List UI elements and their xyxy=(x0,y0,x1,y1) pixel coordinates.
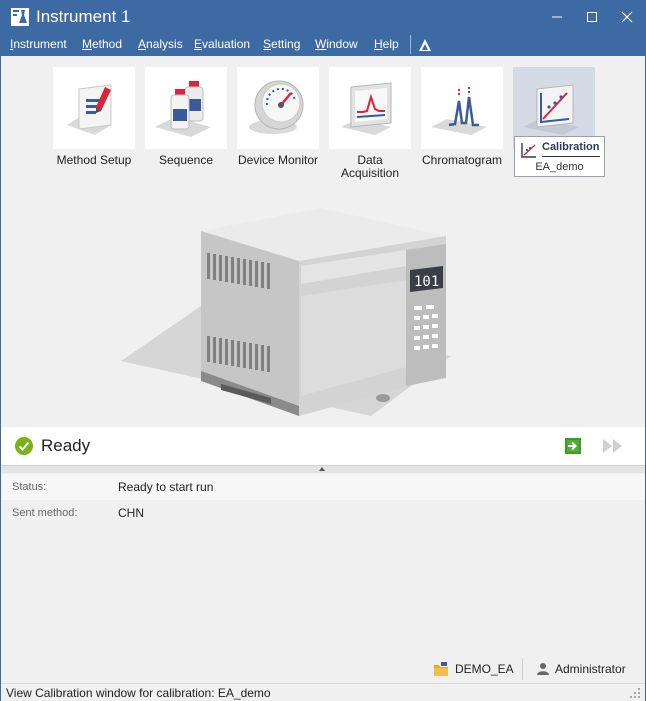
tool-chromatogram[interactable]: Chromatogram xyxy=(421,67,503,167)
tool-tile[interactable] xyxy=(237,67,319,149)
menu-method[interactable]: Method xyxy=(82,37,122,51)
close-icon xyxy=(621,11,633,23)
menu-evaluation[interactable]: Evaluation xyxy=(194,37,250,51)
maximize-icon xyxy=(587,12,597,23)
chromatogram-peaks-icon xyxy=(431,87,487,135)
database-folder-icon[interactable] xyxy=(433,661,449,677)
user-icon xyxy=(537,663,549,675)
tool-label: Method Setup xyxy=(56,153,132,167)
minimize-button[interactable] xyxy=(537,1,577,31)
tool-device-monitor[interactable]: Device Monitor xyxy=(237,67,319,167)
user-name[interactable]: Administrator xyxy=(555,662,626,676)
company-logo-icon[interactable] xyxy=(417,37,433,53)
menu-analysis[interactable]: Analysis xyxy=(138,37,183,51)
info-row-status: Status: Ready to start run xyxy=(1,474,645,500)
tool-tile[interactable] xyxy=(421,67,503,149)
tooltip-subtitle: EA_demo xyxy=(535,161,584,173)
menu-window[interactable]: Window xyxy=(315,37,358,51)
fast-forward-icon[interactable] xyxy=(602,438,624,454)
tooltip-divider xyxy=(542,156,600,157)
minimize-icon xyxy=(552,16,562,18)
footer-info: DEMO_EA Administrator xyxy=(1,653,645,683)
app-flask-icon xyxy=(11,8,29,26)
info-panel: Status: Ready to start run Sent method: … xyxy=(1,473,645,653)
maximize-button[interactable] xyxy=(572,1,612,31)
tool-label: Device Monitor xyxy=(237,153,319,167)
tool-label: Sequence xyxy=(158,153,214,167)
calibration-tooltip: Calibration EA_demo xyxy=(514,136,605,177)
ready-check-icon xyxy=(15,437,33,455)
tool-label: Data Acquisition xyxy=(340,153,400,180)
close-button[interactable] xyxy=(607,1,646,31)
document-pencil-icon xyxy=(67,84,112,135)
tool-label: Chromatogram xyxy=(421,153,503,167)
info-label: Status: xyxy=(12,481,47,493)
tool-method-setup[interactable]: Method Setup xyxy=(53,67,135,167)
tool-tile[interactable] xyxy=(53,67,135,149)
footer-separator xyxy=(522,658,523,680)
resize-grip-icon[interactable] xyxy=(629,687,641,699)
svg-text:101: 101 xyxy=(414,274,439,290)
tool-sequence[interactable]: Sequence xyxy=(145,67,227,167)
menu-setting[interactable]: Setting xyxy=(263,37,300,51)
panel-splitter[interactable] xyxy=(1,465,645,473)
info-value: CHN xyxy=(118,506,144,520)
sample-bottles-icon xyxy=(155,81,211,137)
window-title: Instrument 1 xyxy=(36,7,131,26)
tool-tile[interactable] xyxy=(145,67,227,149)
title-bar[interactable]: Instrument 1 xyxy=(1,1,645,33)
status-bar-text: View Calibration window for calibration:… xyxy=(6,686,271,700)
ready-status-text: Ready xyxy=(41,436,91,455)
menu-instrument[interactable]: Instrument xyxy=(10,37,67,51)
collapse-up-icon[interactable] xyxy=(319,467,325,471)
info-label: Sent method: xyxy=(12,507,78,519)
instrument-window: Instrument 1 Instrument Method Analysis … xyxy=(0,0,646,701)
monitor-signal-icon xyxy=(341,82,392,135)
menu-bar: Instrument Method Analysis Evaluation Se… xyxy=(1,33,645,56)
info-value: Ready to start run xyxy=(118,480,214,494)
tool-data-acquisition[interactable]: Data Acquisition xyxy=(329,67,411,180)
status-bar: View Calibration window for calibration:… xyxy=(1,683,645,701)
tool-tile[interactable] xyxy=(329,67,411,149)
menu-separator xyxy=(410,35,411,54)
info-row-sent-method: Sent method: CHN xyxy=(1,500,645,526)
database-name[interactable]: DEMO_EA xyxy=(455,662,514,676)
gauge-icon xyxy=(249,80,304,134)
menu-help[interactable]: Help xyxy=(374,37,399,51)
start-run-icon[interactable] xyxy=(564,437,582,455)
tooltip-title: Calibration xyxy=(542,141,600,153)
status-strip: Ready xyxy=(1,427,645,465)
workspace: Method Setup Sequence Device Monitor Dat… xyxy=(1,56,645,426)
instrument-illustration: 101 xyxy=(121,208,451,416)
calibration-chart-icon xyxy=(521,143,536,158)
